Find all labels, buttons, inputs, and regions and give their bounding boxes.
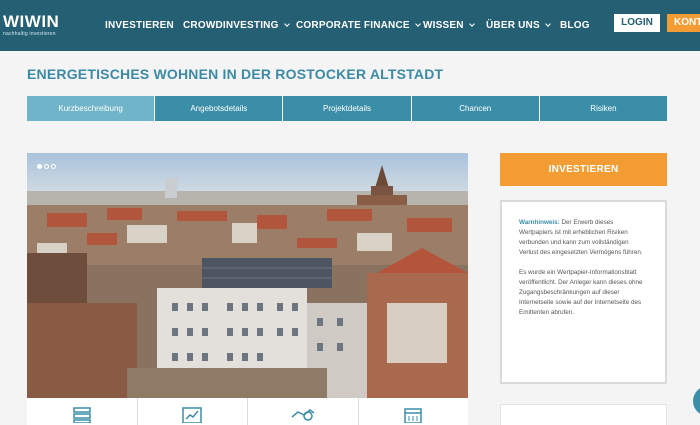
nav-label: ÜBER UNS — [486, 20, 540, 31]
tab-angebotsdetails[interactable]: Angebotsdetails — [155, 96, 284, 121]
project-facts-row — [27, 398, 468, 425]
warning-paragraph: Warnhinweis: Der Erwerb dieses Wertpapie… — [519, 218, 648, 258]
project-tabs: Kurzbeschreibung Angebotsdetails Projekt… — [27, 96, 668, 121]
rostock-aerial-photo — [27, 153, 468, 398]
nav-item-crowdinvesting[interactable]: CROWDINVESTING — [183, 0, 290, 51]
calendar-icon — [404, 408, 422, 423]
chevron-down-icon — [283, 21, 290, 27]
nav-label: BLOG — [560, 20, 590, 31]
chart-icon — [182, 407, 202, 423]
nav-label: CORPORATE FINANCE — [296, 20, 410, 31]
slider-dot-1[interactable] — [37, 164, 42, 169]
nav-label: CROWDINVESTING — [183, 20, 279, 31]
tab-kurzbeschreibung[interactable]: Kurzbeschreibung — [27, 96, 156, 121]
fact-cell — [248, 398, 359, 425]
wiwin-logo[interactable]: WIWIN nachhaltig investieren — [3, 13, 59, 37]
logo-wordmark: WIWIN — [3, 12, 60, 31]
page-title: ENERGETISCHES WOHNEN IN DER ROSTOCKER AL… — [27, 66, 444, 82]
project-image-slider[interactable] — [27, 153, 468, 398]
contact-button[interactable]: KONTAKT — [667, 14, 700, 32]
top-navigation-bar: WIWIN nachhaltig investieren INVESTIEREN… — [0, 0, 700, 51]
logo-tagline: nachhaltig investieren — [3, 31, 56, 37]
invest-button[interactable]: INVESTIEREN — [500, 153, 667, 186]
tab-chancen[interactable]: Chancen — [411, 96, 540, 121]
fact-cell — [138, 398, 248, 425]
fact-cell — [359, 398, 469, 425]
warning-label: Warnhinweis: — [519, 219, 560, 226]
slider-dot-2[interactable] — [44, 164, 49, 169]
handshake-icon — [291, 409, 315, 421]
information-notice: Es wurde ein Wertpapier-Informationsblat… — [519, 269, 643, 316]
slider-dot-3[interactable] — [51, 164, 56, 169]
tab-projektdetails[interactable]: Projektdetails — [283, 96, 412, 121]
risk-warning-box: Warnhinweis: Der Erwerb dieses Wertpapie… — [500, 200, 667, 384]
nav-item-ueber-uns[interactable]: ÜBER UNS — [486, 0, 551, 51]
tab-risiken[interactable]: Risiken — [539, 96, 668, 121]
nav-label: INVESTIEREN — [105, 20, 174, 31]
chevron-down-icon — [414, 21, 421, 27]
chevron-down-icon — [468, 21, 475, 27]
slider-dots — [37, 164, 56, 169]
fact-cell — [27, 398, 138, 425]
nav-item-wissen[interactable]: WISSEN — [423, 0, 475, 51]
nav-label: WISSEN — [423, 20, 464, 31]
server-icon — [73, 407, 91, 423]
nav-item-corporate-finance[interactable]: CORPORATE FINANCE — [296, 0, 421, 51]
nav-item-blog[interactable]: BLOG — [560, 0, 590, 51]
login-button[interactable]: LOGIN — [614, 14, 660, 32]
chevron-down-icon — [544, 21, 551, 27]
sidebar-card — [500, 404, 667, 425]
nav-item-investieren[interactable]: INVESTIEREN — [105, 0, 174, 51]
chat-button[interactable] — [693, 386, 700, 416]
